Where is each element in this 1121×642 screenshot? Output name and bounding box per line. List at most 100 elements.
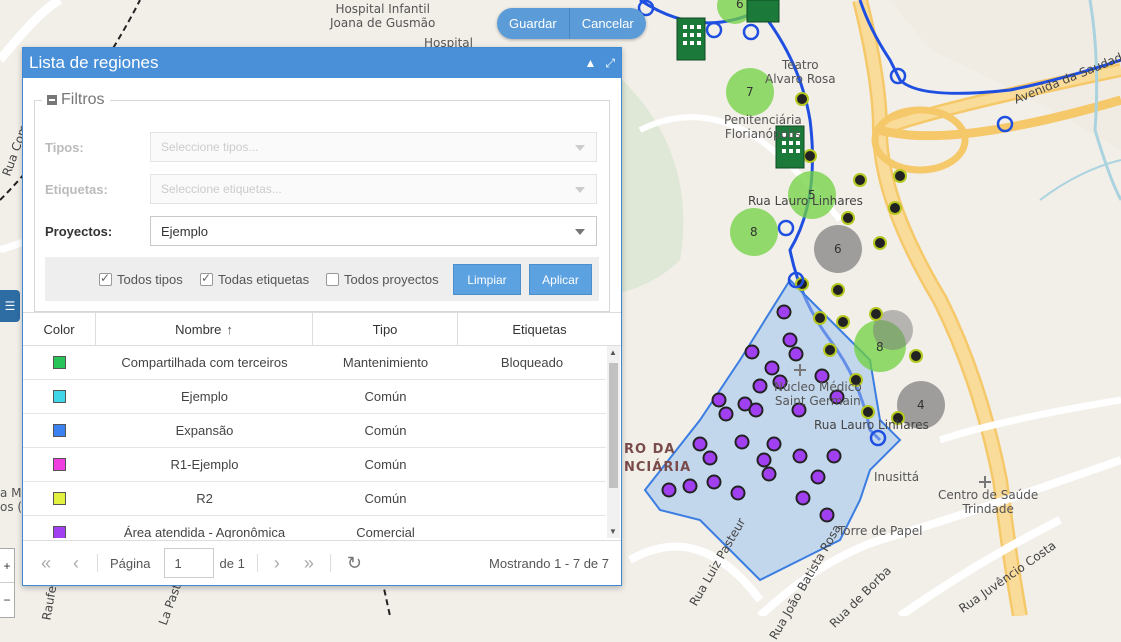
sort-ascending-icon: ↑ xyxy=(226,321,233,337)
map-label: Hospital Infantil Joana de Gusmão xyxy=(330,2,436,30)
page-count-label: de 1 xyxy=(219,555,245,571)
map-label: Torre de Papel xyxy=(838,524,923,538)
chevron-down-icon xyxy=(575,187,585,193)
all-projects-label: Todos proyectos xyxy=(344,272,439,287)
scroll-down-icon[interactable]: ▼ xyxy=(609,527,617,536)
types-placeholder: Seleccione tipos... xyxy=(161,140,259,154)
street-label: Rua Lauro Linhares xyxy=(748,194,863,208)
checkbox-checked-icon xyxy=(200,271,213,286)
cluster-count: 8 xyxy=(750,225,758,239)
prev-page-icon[interactable]: ‹ xyxy=(73,553,79,574)
projects-value: Ejemplo xyxy=(161,223,208,239)
collapse-panel-icon[interactable]: ▲ xyxy=(585,56,597,70)
region-name: Ejemplo xyxy=(181,389,228,404)
last-page-icon[interactable]: » xyxy=(304,553,314,574)
region-name: R2 xyxy=(196,491,213,506)
map-label: Centro de Saúde Trindade xyxy=(938,488,1039,516)
clear-button[interactable]: Limpiar xyxy=(453,264,521,295)
street-label: Rua Lauro Linhares xyxy=(814,418,929,432)
map-label: NCIÁRIA xyxy=(624,460,692,475)
region-color-swatch xyxy=(53,492,66,505)
chevron-down-icon xyxy=(575,145,585,151)
column-header-tags[interactable]: Etiquetas xyxy=(458,313,621,345)
filter-actions-bar: Todos tipos Todas etiquetas Todos proyec… xyxy=(45,257,599,301)
table-scrollbar[interactable]: ▲ ▼ xyxy=(607,346,620,538)
region-name: Área atendida - Agronômica xyxy=(123,525,286,538)
region-name: R1-Ejemplo xyxy=(170,457,239,472)
cluster-count: 7 xyxy=(746,85,754,99)
region-color-swatch xyxy=(53,458,66,471)
pager-divider xyxy=(97,554,99,572)
refresh-icon[interactable]: ↻ xyxy=(347,553,362,574)
region-name: Compartilhada com terceiros xyxy=(121,355,288,370)
region-tags xyxy=(458,414,606,447)
region-type: Común xyxy=(364,389,407,404)
cluster-count: 6 xyxy=(736,0,744,11)
map-label: Núcleo Médico Saint Germain xyxy=(774,380,862,408)
collapse-filters-icon[interactable] xyxy=(47,95,57,105)
panel-header[interactable]: Lista de regiones ▲ ⤢ xyxy=(23,48,621,78)
map-label: Inusittá xyxy=(874,470,920,484)
types-filter-row: Tipos: Seleccione tipos... xyxy=(35,132,609,164)
table-row[interactable]: Compartilhada com terceiros Mantenimient… xyxy=(23,346,606,380)
filters-fieldset: Filtros Tipos: Seleccione tipos... Etiqu… xyxy=(34,91,610,312)
tags-select[interactable]: Seleccione etiquetas... xyxy=(150,174,597,204)
filters-legend-label: Filtros xyxy=(61,91,105,108)
table-row[interactable]: R2 Común xyxy=(23,482,606,516)
region-color-swatch xyxy=(53,526,66,538)
types-label: Tipos: xyxy=(45,140,84,155)
checkbox-checked-icon xyxy=(99,271,112,286)
region-type: Común xyxy=(364,457,407,472)
layers-toggle-button[interactable]: ☰ xyxy=(0,290,20,322)
table-row[interactable]: R1-Ejemplo Común xyxy=(23,448,606,482)
filters-legend[interactable]: Filtros xyxy=(42,91,110,109)
regions-table-body: Compartilhada com terceiros Mantenimient… xyxy=(23,346,606,538)
region-type: Comercial xyxy=(356,525,415,538)
layers-icon: ☰ xyxy=(4,299,16,313)
projects-select[interactable]: Ejemplo xyxy=(150,216,597,246)
tags-filter-row: Etiquetas: Seleccione etiquetas... xyxy=(35,174,609,206)
column-header-name-label: Nombre xyxy=(175,321,222,337)
table-row[interactable]: Expansão Común xyxy=(23,414,606,448)
all-tags-label: Todas etiquetas xyxy=(218,272,310,287)
types-select[interactable]: Seleccione tipos... xyxy=(150,132,597,162)
scroll-up-icon[interactable]: ▲ xyxy=(609,348,617,357)
zoom-control: + − xyxy=(0,548,15,618)
save-button[interactable]: Guardar xyxy=(497,8,569,39)
next-page-icon[interactable]: › xyxy=(274,553,280,574)
region-tags xyxy=(458,482,606,515)
all-tags-checkbox[interactable]: Todas etiquetas xyxy=(200,271,310,287)
first-page-icon[interactable]: « xyxy=(41,553,51,574)
region-color-swatch xyxy=(53,356,66,369)
all-types-checkbox[interactable]: Todos tipos xyxy=(99,271,183,287)
column-header-color[interactable]: Color xyxy=(23,313,96,345)
page-number-input[interactable]: 1 xyxy=(163,548,214,578)
apply-button[interactable]: Aplicar xyxy=(529,264,592,295)
zoom-in-button[interactable]: + xyxy=(0,549,14,582)
projects-filter-row: Proyectos: Ejemplo xyxy=(35,216,609,248)
cancel-button[interactable]: Cancelar xyxy=(568,8,646,39)
pager-divider xyxy=(329,554,331,572)
all-projects-checkbox[interactable]: Todos proyectos xyxy=(326,272,439,287)
table-row[interactable]: Área atendida - Agronômica Comercial xyxy=(23,516,606,538)
projects-label: Proyectos: xyxy=(45,224,113,239)
maximize-panel-icon[interactable]: ⤢ xyxy=(605,56,615,71)
showing-summary: Mostrando 1 - 7 de 7 xyxy=(489,555,609,571)
checkbox-unchecked-icon xyxy=(326,273,339,286)
region-tags: Bloqueado xyxy=(500,355,564,370)
region-tags xyxy=(458,516,606,538)
column-header-type[interactable]: Tipo xyxy=(313,313,458,345)
page-label: Página xyxy=(110,555,151,571)
table-header: Color Nombre ↑ Tipo Etiquetas xyxy=(23,312,621,346)
column-header-name[interactable]: Nombre ↑ xyxy=(96,313,313,345)
map-label: RO DA xyxy=(624,442,676,457)
map-label: Teatro Alvaro Rosa xyxy=(765,58,836,86)
panel-title: Lista de regiones xyxy=(29,53,159,72)
pager-divider xyxy=(256,554,258,572)
zoom-out-button[interactable]: − xyxy=(0,582,14,616)
tags-placeholder: Seleccione etiquetas... xyxy=(161,182,282,196)
region-type: Común xyxy=(364,491,407,506)
map-label: a M xyxy=(0,486,22,500)
table-row[interactable]: Ejemplo Común xyxy=(23,380,606,414)
scrollbar-thumb[interactable] xyxy=(609,363,618,488)
